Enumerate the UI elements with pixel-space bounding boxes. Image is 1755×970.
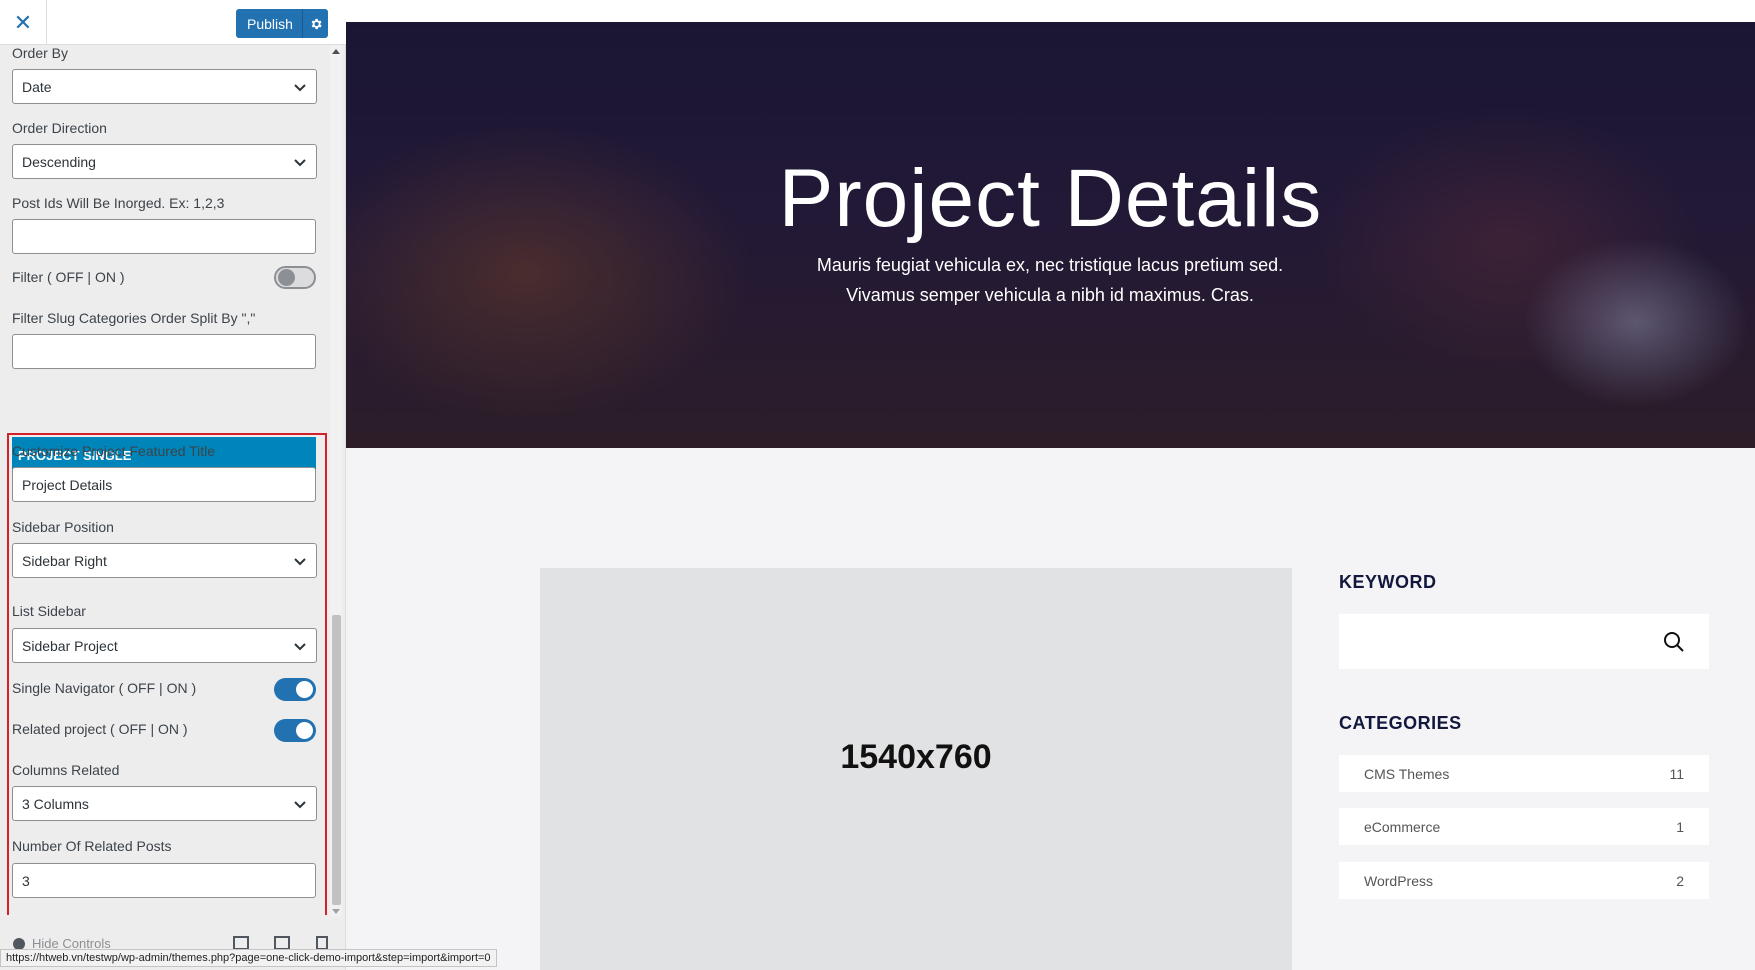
close-customizer-button[interactable]: ✕ xyxy=(0,0,47,45)
site-preview: Project Details Mauris feugiat vehicula … xyxy=(346,0,1755,970)
columns-related-label: Columns Related xyxy=(12,762,120,778)
site-header-strip xyxy=(346,0,1755,22)
desktop-preview-icon[interactable] xyxy=(233,936,249,950)
chevron-down-icon xyxy=(294,642,306,650)
columns-related-select[interactable]: 3 Columns xyxy=(12,786,317,821)
mobile-preview-icon[interactable] xyxy=(316,936,328,950)
search-icon[interactable] xyxy=(1663,631,1685,653)
customizer-header: ✕ Publish xyxy=(0,0,346,45)
number-related-input[interactable]: 3 xyxy=(12,863,316,898)
order-direction-label: Order Direction xyxy=(12,120,107,136)
publish-button[interactable]: Publish xyxy=(236,9,328,38)
status-bar-url: https://htweb.vn/testwp/wp-admin/themes.… xyxy=(0,949,497,967)
toggle-knob xyxy=(296,722,313,739)
category-name: eCommerce xyxy=(1364,818,1441,835)
tablet-preview-icon[interactable] xyxy=(274,936,290,950)
category-count: 2 xyxy=(1676,872,1684,889)
sidebar-position-value: Sidebar Right xyxy=(22,552,107,569)
keyword-widget-title: KEYWORD xyxy=(1339,572,1437,592)
category-count: 1 xyxy=(1676,818,1684,835)
sidebar-position-label: Sidebar Position xyxy=(12,519,114,535)
featured-image-placeholder: 1540x760 xyxy=(540,568,1292,970)
scroll-thumb[interactable] xyxy=(332,615,341,905)
order-direction-select[interactable]: Descending xyxy=(12,144,317,179)
list-sidebar-select[interactable]: Sidebar Project xyxy=(12,628,317,663)
customizer-controls: Order By Date Order Direction Descending… xyxy=(0,45,330,915)
image-size-label: 1540x760 xyxy=(840,738,992,776)
sidebar-position-select[interactable]: Sidebar Right xyxy=(12,543,317,578)
list-sidebar-value: Sidebar Project xyxy=(22,637,118,654)
chevron-down-icon xyxy=(294,557,306,565)
categories-widget-title: CATEGORIES xyxy=(1339,713,1462,733)
scroll-down-icon[interactable] xyxy=(332,909,340,914)
filter-slug-label: Filter Slug Categories Order Split By ",… xyxy=(12,310,256,326)
list-sidebar-label: List Sidebar xyxy=(12,603,86,619)
close-icon: ✕ xyxy=(13,9,33,35)
columns-related-value: 3 Columns xyxy=(22,795,89,812)
category-item[interactable]: CMS Themes 11 xyxy=(1339,755,1709,792)
toggle-knob xyxy=(296,681,313,698)
chevron-down-icon xyxy=(294,158,306,166)
post-ids-input[interactable] xyxy=(12,219,316,254)
hero-subtitle: Mauris feugiat vehicula ex, nec tristiqu… xyxy=(816,255,1284,305)
publish-label: Publish xyxy=(247,15,293,32)
page-hero: Project Details Mauris feugiat vehicula … xyxy=(346,22,1755,448)
filter-toggle[interactable] xyxy=(274,266,316,289)
featured-title-input[interactable]: Project Details xyxy=(12,467,316,502)
hero-title: Project Details xyxy=(778,153,1323,244)
post-ids-label: Post Ids Will Be Inorged. Ex: 1,2,3 xyxy=(12,195,225,211)
category-name: WordPress xyxy=(1364,872,1433,889)
order-by-label: Order By xyxy=(12,45,69,61)
featured-title-label: Customize Project Featured Title xyxy=(12,443,216,459)
number-related-label: Number Of Related Posts xyxy=(12,838,172,854)
toggle-knob xyxy=(278,269,295,286)
chevron-down-icon xyxy=(294,83,306,91)
filter-slug-input[interactable] xyxy=(12,334,316,369)
publish-settings-button[interactable] xyxy=(302,9,328,38)
related-project-toggle[interactable] xyxy=(274,719,316,742)
single-navigator-toggle[interactable] xyxy=(274,678,316,701)
related-project-label: Related project ( OFF | ON ) xyxy=(12,721,188,737)
category-item[interactable]: WordPress 2 xyxy=(1339,862,1709,899)
single-navigator-label: Single Navigator ( OFF | ON ) xyxy=(12,680,197,696)
order-by-value: Date xyxy=(22,78,52,95)
gear-icon xyxy=(311,18,322,29)
customizer-scrollbar[interactable] xyxy=(330,45,342,917)
order-direction-value: Descending xyxy=(22,153,96,170)
customizer-panel: ✕ Publish Order By Date Order Direction … xyxy=(0,0,346,970)
keyword-search-input[interactable] xyxy=(1339,614,1709,669)
category-name: CMS Themes xyxy=(1364,765,1450,782)
scroll-up-icon[interactable] xyxy=(332,49,340,54)
order-by-select[interactable]: Date xyxy=(12,69,317,104)
chevron-down-icon xyxy=(294,800,306,808)
filter-label: Filter ( OFF | ON ) xyxy=(12,269,125,285)
category-count: 11 xyxy=(1669,765,1684,782)
category-item[interactable]: eCommerce 1 xyxy=(1339,808,1709,845)
